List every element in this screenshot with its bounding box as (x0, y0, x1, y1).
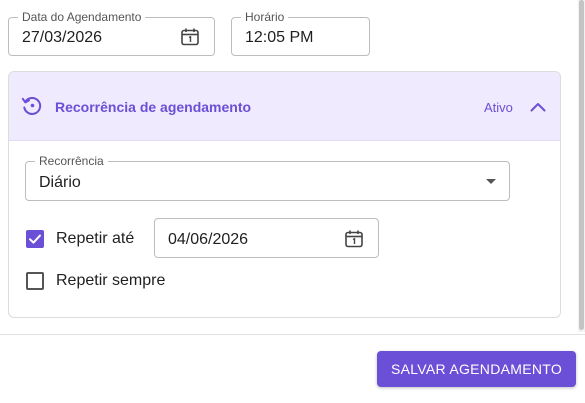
calendar-icon[interactable] (180, 27, 200, 47)
recurrence-select-label: Recorrência (35, 154, 108, 168)
save-schedule-button[interactable]: SALVAR AGENDAMENTO (377, 351, 576, 387)
scrollbar-thumb[interactable] (579, 0, 584, 330)
date-field-value[interactable]: 27/03/2026 (22, 28, 102, 47)
footer-divider (0, 334, 585, 335)
repeat-always-checkbox[interactable] (26, 272, 44, 290)
scrollbar[interactable] (578, 0, 585, 332)
recurrence-accordion: Recorrência de agendamento Ativo Recorrê… (8, 71, 561, 318)
history-icon (21, 97, 42, 115)
recurrence-accordion-header[interactable]: Recorrência de agendamento Ativo (9, 72, 560, 141)
repeat-until-date-field[interactable]: 04/06/2026 (154, 218, 379, 258)
repeat-until-date-value[interactable]: 04/06/2026 (168, 230, 248, 249)
chevron-up-icon[interactable] (528, 97, 548, 117)
repeat-until-checkbox[interactable] (26, 230, 44, 248)
recurrence-status: Ativo (484, 100, 513, 115)
time-field-value[interactable]: 12:05 PM (245, 28, 313, 47)
time-field-label: Horário (241, 10, 289, 24)
date-field[interactable]: Data do Agendamento 27/03/2026 (8, 10, 215, 56)
date-field-label: Data do Agendamento (18, 10, 146, 24)
checkmark-icon (29, 234, 41, 244)
time-field[interactable]: Horário 12:05 PM (231, 10, 370, 56)
recurrence-title: Recorrência de agendamento (55, 99, 252, 115)
recurrence-select-value[interactable]: Diário (39, 173, 81, 192)
calendar-icon[interactable] (344, 229, 364, 249)
dropdown-arrow-icon[interactable] (486, 179, 496, 184)
repeat-until-label[interactable]: Repetir até (56, 230, 134, 248)
repeat-always-label[interactable]: Repetir sempre (56, 272, 165, 290)
recurrence-select[interactable]: Recorrência Diário (25, 154, 510, 201)
